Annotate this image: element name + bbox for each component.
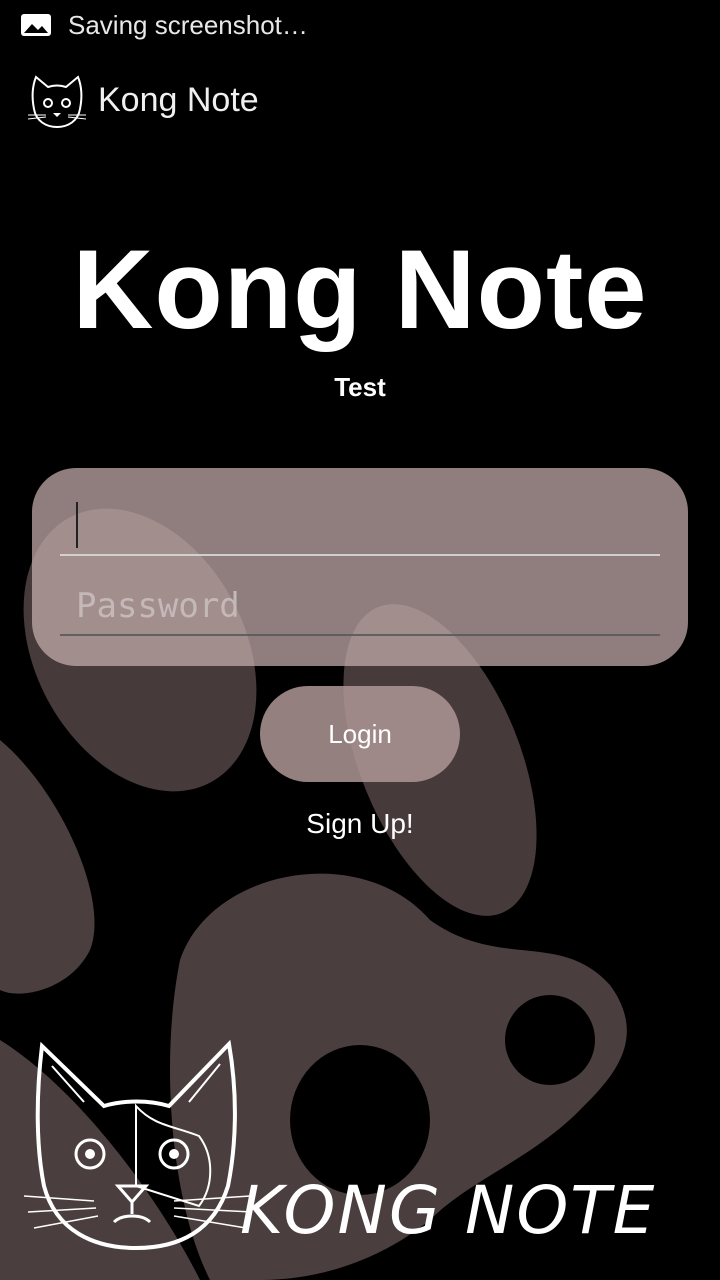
username-field-container [60,498,660,556]
brand-wordmark: KONG NOTE [240,1172,657,1249]
action-bar: Kong Note [0,50,720,150]
signup-link[interactable]: Sign Up! [0,808,720,840]
page-title: Kong Note [72,227,648,352]
password-field[interactable] [60,578,660,634]
app-name: Kong Note [98,80,259,119]
username-field[interactable] [60,498,660,554]
page-subtitle: Test [334,372,386,402]
status-notification-text: Saving screenshot… [68,9,308,40]
cat-icon [27,75,87,129]
login-form [32,468,688,666]
password-field-container [60,578,660,636]
text-cursor [76,502,78,548]
image-icon [21,14,51,36]
login-button[interactable]: Login [260,686,460,782]
status-bar: Saving screenshot… [0,0,720,50]
cat-face-logo [24,1039,253,1251]
